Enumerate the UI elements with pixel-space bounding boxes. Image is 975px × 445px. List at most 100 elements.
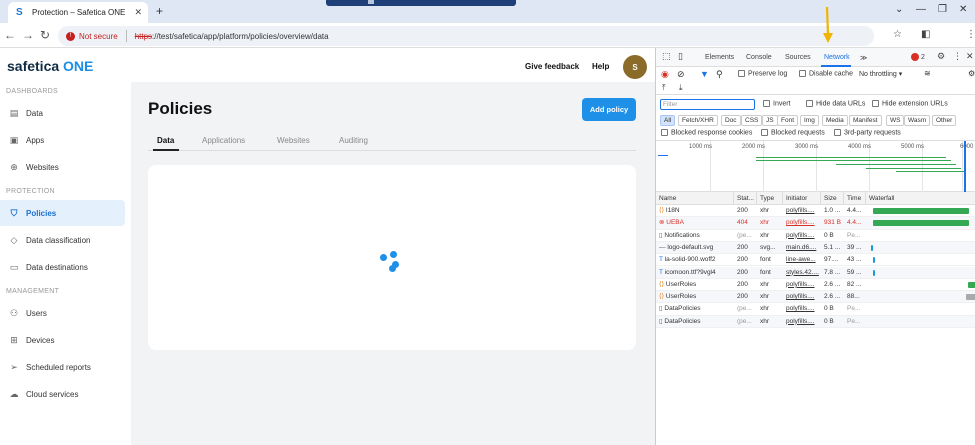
- network-timeline-overview[interactable]: 1000 ms 2000 ms 3000 ms 4000 ms 5000 ms …: [656, 140, 975, 193]
- give-feedback-link[interactable]: Give feedback: [525, 62, 579, 71]
- table-row[interactable]: — logo-default.svg 200 svg... main.d6.... 5.…: [656, 241, 975, 255]
- request-initiator[interactable]: polyfills....: [783, 217, 821, 229]
- request-initiator[interactable]: polyfills....: [783, 303, 821, 315]
- sidebar-item-cloud-services[interactable]: ☁ Cloud services: [0, 381, 125, 407]
- not-secure-badge[interactable]: ! Not secure: [66, 31, 118, 41]
- maximize-button[interactable]: ❐: [938, 4, 947, 15]
- network-conditions-icon[interactable]: ≋: [924, 69, 931, 78]
- chip-media[interactable]: Media: [822, 115, 848, 126]
- col-size[interactable]: Size: [821, 192, 844, 205]
- blocked-requests-checkbox[interactable]: Blocked requests: [761, 129, 825, 136]
- device-toggle-icon[interactable]: ▯: [678, 51, 683, 62]
- settings-gear-icon[interactable]: ⚙: [937, 51, 945, 62]
- sidebar-item-websites[interactable]: ⊕ Websites: [0, 154, 125, 180]
- browser-menu-icon[interactable]: ⋮: [966, 29, 975, 40]
- tab-applications[interactable]: Applications: [202, 136, 245, 145]
- request-initiator[interactable]: main.d6....: [783, 242, 821, 254]
- filter-input[interactable]: Filter: [660, 99, 755, 110]
- col-time[interactable]: Time: [844, 192, 866, 205]
- tab-network[interactable]: Network: [824, 54, 850, 61]
- hide-extension-urls-checkbox[interactable]: Hide extension URLs: [872, 100, 948, 107]
- sidebar-item-apps[interactable]: ▣ Apps: [0, 127, 125, 153]
- table-row[interactable]: ▯ DataPolicies (pe... xhr polyfills.... 0 B P…: [656, 303, 975, 316]
- back-arrow-icon[interactable]: ←: [4, 28, 16, 42]
- chip-js[interactable]: JS: [762, 115, 778, 126]
- search-icon[interactable]: ⚲: [716, 69, 723, 80]
- request-initiator[interactable]: line-awe...: [783, 254, 821, 266]
- chip-doc[interactable]: Doc: [721, 115, 741, 126]
- tab-sources[interactable]: Sources: [785, 54, 811, 61]
- col-name[interactable]: Name: [656, 192, 734, 205]
- close-devtools-icon[interactable]: ✕: [966, 51, 974, 62]
- request-initiator[interactable]: styles.42....: [783, 267, 821, 279]
- tab-elements[interactable]: Elements: [705, 54, 734, 61]
- request-initiator[interactable]: polyfills....: [783, 291, 821, 303]
- network-settings-icon[interactable]: ⚙: [968, 69, 975, 78]
- sidebar-item-data-destinations[interactable]: ▭ Data destinations: [0, 254, 125, 280]
- tab-search-icon[interactable]: ⌄: [895, 4, 903, 15]
- tab-auditing[interactable]: Auditing: [339, 136, 368, 145]
- table-row[interactable]: ⊗ UEBA 404 xhr polyfills.... 931 B 4.4...: [656, 217, 975, 230]
- blocked-cookies-checkbox[interactable]: Blocked response cookies: [661, 129, 752, 136]
- tab-console[interactable]: Console: [746, 54, 772, 61]
- sidebar-item-scheduled-reports[interactable]: ➢ Scheduled reports: [0, 354, 125, 380]
- chip-other[interactable]: Other: [932, 115, 957, 126]
- safetica-logo[interactable]: safetica ONE: [7, 58, 93, 74]
- chip-fetch-xhr[interactable]: Fetch/XHR: [678, 115, 718, 126]
- table-row[interactable]: T icomoon.ttf?9vgl4 200 font styles.42.... 7…: [656, 266, 975, 279]
- request-initiator[interactable]: polyfills....: [783, 316, 821, 328]
- chip-css[interactable]: CSS: [741, 115, 763, 126]
- request-initiator[interactable]: polyfills....: [783, 279, 821, 291]
- col-status[interactable]: Stat...: [734, 192, 757, 205]
- col-initiator[interactable]: Initiator: [783, 192, 821, 205]
- user-avatar[interactable]: S: [623, 55, 647, 79]
- add-policy-button[interactable]: Add policy: [582, 98, 636, 121]
- chip-ws[interactable]: WS: [886, 115, 905, 126]
- close-window-button[interactable]: ✕: [959, 4, 967, 15]
- table-row[interactable]: ▯ Notifications (pe... xhr polyfills.... 0 B…: [656, 230, 975, 242]
- import-har-icon[interactable]: ⤒: [662, 83, 666, 93]
- clear-icon[interactable]: ⊘: [677, 69, 685, 80]
- sidebar-item-data[interactable]: ▤ Data: [0, 100, 125, 126]
- third-party-checkbox[interactable]: 3rd-party requests: [834, 129, 901, 136]
- side-panel-icon[interactable]: ◧: [921, 29, 930, 40]
- table-row[interactable]: T la-solid-900.woff2 200 font line-awe... 97…: [656, 254, 975, 267]
- new-tab-button[interactable]: +: [156, 4, 163, 18]
- request-initiator[interactable]: polyfills....: [783, 205, 821, 217]
- chip-wasm[interactable]: Wasm: [904, 115, 931, 126]
- table-row[interactable]: ⟨⟩ UserRoles 200 xhr polyfills.... 2.6 ... 82…: [656, 279, 975, 292]
- minimize-button[interactable]: —: [916, 4, 926, 15]
- error-icon[interactable]: [911, 53, 919, 61]
- table-row[interactable]: ⟨⟩ UserRoles 200 xhr polyfills.... 2.6 ... 88…: [656, 291, 975, 304]
- inspect-element-icon[interactable]: ⬚: [662, 51, 671, 62]
- forward-arrow-icon[interactable]: →: [22, 28, 34, 42]
- filter-funnel-icon[interactable]: ▼: [700, 69, 709, 79]
- tab-data[interactable]: Data: [157, 136, 174, 145]
- chip-all[interactable]: All: [660, 115, 676, 126]
- record-icon[interactable]: ◉: [661, 69, 669, 80]
- export-har-icon[interactable]: ⤓: [679, 83, 683, 93]
- table-row[interactable]: ⟨⟩ I18N 200 xhr polyfills.... 1.0 ... 4.4...: [656, 205, 975, 218]
- disable-cache-checkbox[interactable]: Disable cache: [799, 70, 853, 77]
- browser-tab[interactable]: S Protection – Safetica ONE ✕: [8, 2, 148, 23]
- reload-icon[interactable]: ↻: [40, 28, 50, 42]
- chip-img[interactable]: Img: [800, 115, 819, 126]
- url-omnibox[interactable]: ! Not secure https ://test/safetica/app/p…: [58, 26, 874, 46]
- tab-websites[interactable]: Websites: [277, 136, 310, 145]
- hide-data-urls-checkbox[interactable]: Hide data URLs: [806, 100, 865, 107]
- col-type[interactable]: Type: [757, 192, 783, 205]
- preserve-log-checkbox[interactable]: Preserve log: [738, 70, 787, 77]
- more-tabs-icon[interactable]: ≫: [860, 54, 867, 62]
- throttling-select[interactable]: No throttling ▾: [859, 70, 902, 78]
- request-initiator[interactable]: polyfills....: [783, 230, 821, 242]
- table-row[interactable]: ▯ DataPolicies (pe... xhr polyfills.... 0 B P…: [656, 315, 975, 328]
- sidebar-item-devices[interactable]: ⊞ Devices: [0, 327, 125, 353]
- chip-font[interactable]: Font: [777, 115, 799, 126]
- chip-manifest[interactable]: Manifest: [849, 115, 882, 126]
- col-waterfall[interactable]: Waterfall: [866, 192, 975, 205]
- sidebar-item-policies[interactable]: ⛉ Policies: [0, 200, 125, 226]
- bookmark-star-icon[interactable]: ☆: [893, 29, 902, 40]
- close-tab-icon[interactable]: ✕: [134, 7, 142, 18]
- invert-checkbox[interactable]: Invert: [763, 100, 791, 107]
- devtools-menu-icon[interactable]: ⋮: [953, 51, 962, 62]
